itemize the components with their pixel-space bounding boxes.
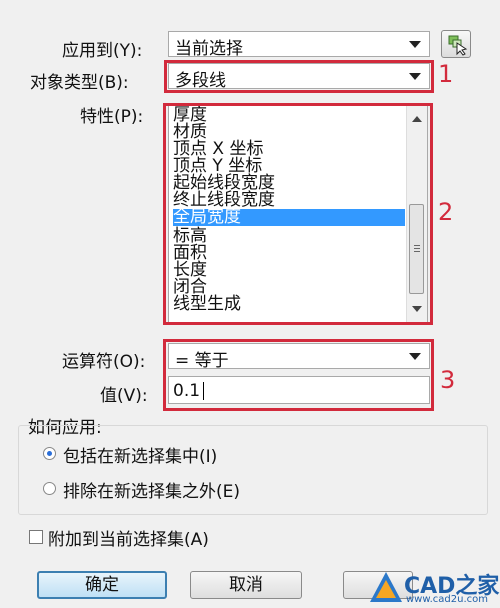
exclude-radio[interactable] bbox=[43, 482, 56, 495]
properties-label: 特性(P): bbox=[80, 107, 144, 127]
annotation-box-2 bbox=[163, 103, 433, 325]
annotation-box-3 bbox=[163, 339, 434, 411]
cad-logo-icon bbox=[370, 572, 402, 602]
radio-selected-dot bbox=[47, 451, 52, 456]
chevron-down-icon bbox=[409, 41, 421, 48]
annotation-box-1 bbox=[164, 60, 434, 93]
select-objects-icon bbox=[448, 35, 468, 56]
apply-to-value: 当前选择 bbox=[175, 39, 243, 59]
annotation-number-2: 2 bbox=[438, 198, 454, 226]
select-objects-button[interactable] bbox=[441, 30, 471, 58]
apply-to-dropdown[interactable]: 当前选择 bbox=[168, 31, 430, 59]
ok-button[interactable]: 确定 bbox=[37, 571, 167, 599]
append-checkbox-label[interactable]: 附加到当前选择集(A) bbox=[48, 525, 209, 550]
include-radio-label[interactable]: 包括在新选择集中(I) bbox=[63, 442, 217, 467]
exclude-radio-label[interactable]: 排除在新选择集之外(E) bbox=[63, 477, 240, 502]
watermark: CAD之家 www.cad2u.com bbox=[368, 566, 500, 608]
apply-to-label: 应用到(Y): bbox=[62, 41, 143, 61]
annotation-number-1: 1 bbox=[438, 60, 454, 88]
include-radio[interactable] bbox=[43, 447, 56, 460]
append-checkbox[interactable] bbox=[29, 530, 43, 544]
watermark-url: www.cad2u.com bbox=[406, 594, 489, 605]
cancel-button[interactable]: 取消 bbox=[190, 571, 302, 599]
value-label: 值(V): bbox=[100, 386, 148, 406]
operator-label: 运算符(O): bbox=[62, 352, 146, 372]
object-type-label: 对象类型(B): bbox=[30, 73, 129, 93]
annotation-number-3: 3 bbox=[440, 366, 456, 394]
